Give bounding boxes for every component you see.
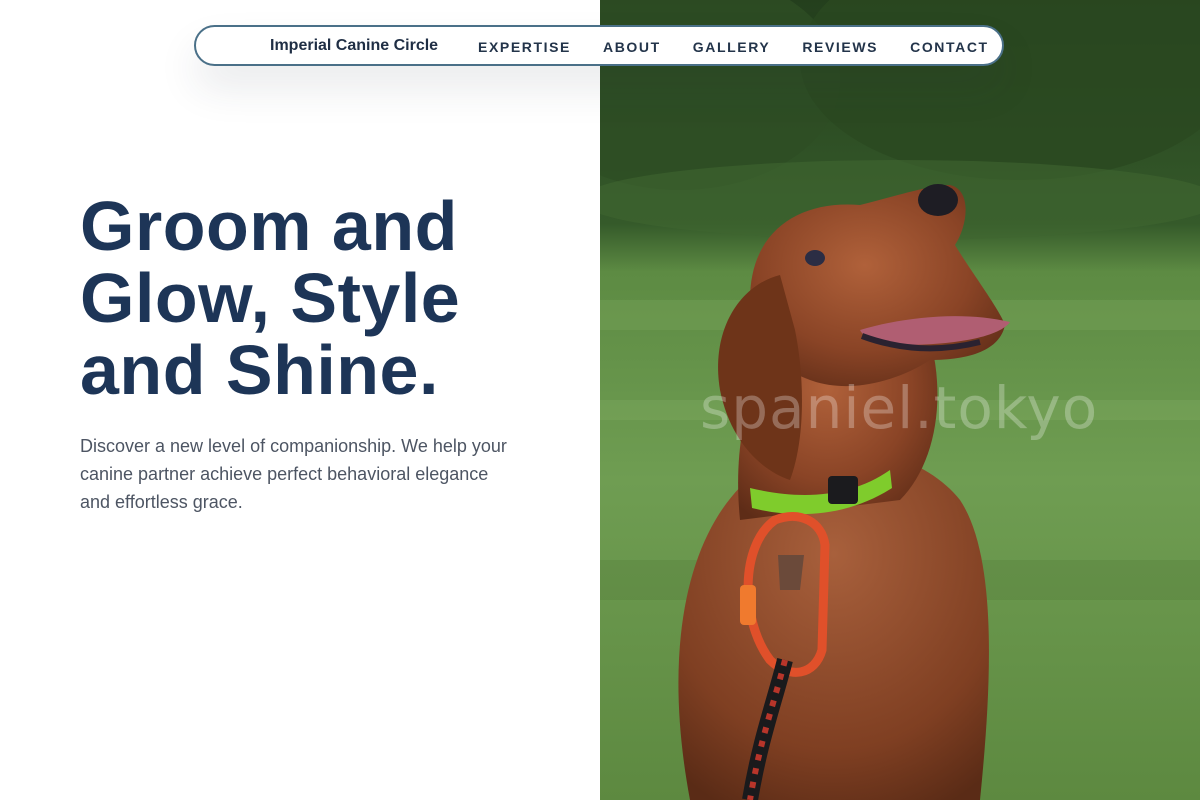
hero-description: Discover a new level of companionship. W… — [80, 432, 530, 516]
image-watermark: spaniel.tokyo — [700, 374, 1099, 442]
nav-link-reviews[interactable]: REVIEWS — [802, 39, 878, 55]
nav-links: EXPERTISE ABOUT GALLERY REVIEWS CONTACT — [478, 39, 989, 57]
description-line: Discover a new level of companionship. W… — [80, 436, 507, 456]
nav-link-contact[interactable]: CONTACT — [910, 39, 989, 55]
hero-headline: Groom and Glow, Style and Shine. — [80, 190, 560, 406]
nav-link-expertise[interactable]: EXPERTISE — [478, 39, 571, 55]
brand-logo-text[interactable]: Imperial Canine Circle — [270, 37, 438, 55]
top-navigation: Imperial Canine Circle EXPERTISE ABOUT G… — [194, 25, 1004, 66]
nav-item-about: ABOUT — [603, 39, 661, 57]
description-line: canine partner achieve perfect behaviora… — [80, 464, 489, 484]
headline-line: and Shine. — [80, 331, 439, 409]
hero-dog-photo: spaniel.tokyo — [600, 0, 1200, 800]
nav-link-gallery[interactable]: GALLERY — [693, 39, 771, 55]
headline-line: Groom and — [80, 187, 458, 265]
nav-item-contact: CONTACT — [910, 39, 989, 57]
page: spaniel.tokyo Imperial Canine Circle EXP… — [0, 0, 1200, 800]
nav-link-about[interactable]: ABOUT — [603, 39, 661, 55]
nav-item-reviews: REVIEWS — [802, 39, 878, 57]
headline-line: Glow, Style — [80, 259, 461, 337]
nav-item-expertise: EXPERTISE — [478, 39, 571, 57]
description-line: and effortless grace. — [80, 492, 243, 512]
nav-item-gallery: GALLERY — [693, 39, 771, 57]
